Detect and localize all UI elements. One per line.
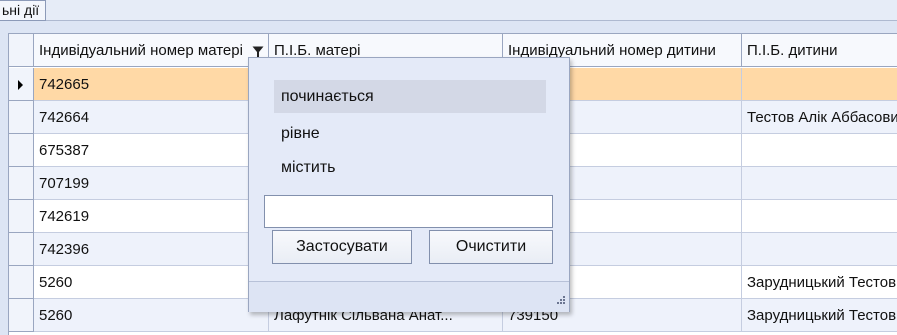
- clear-button[interactable]: Очистити: [429, 230, 553, 264]
- cell-mother-id[interactable]: 675387: [34, 134, 269, 167]
- filter-popup: починається рівне містить Застосувати Оч…: [248, 57, 570, 312]
- cell-child-name[interactable]: [742, 200, 897, 233]
- resize-grip-icon[interactable]: [555, 291, 565, 308]
- header-corner[interactable]: [9, 34, 34, 67]
- cell-mother-id[interactable]: 742396: [34, 233, 269, 266]
- cell-mother-id[interactable]: 742664: [34, 101, 269, 134]
- cell-child-name[interactable]: Зарудницький Тестов: [742, 266, 897, 299]
- cell-child-name[interactable]: [742, 233, 897, 266]
- row-header[interactable]: [9, 134, 34, 167]
- actions-button[interactable]: ьні дії: [0, 0, 47, 21]
- column-header-mother-id[interactable]: Індивідуальний номер матері: [34, 34, 269, 67]
- cell-child-name[interactable]: Зарудницький Тестов: [742, 299, 897, 332]
- filter-option-equals[interactable]: рівне: [274, 117, 546, 150]
- cell-mother-id[interactable]: 742619: [34, 200, 269, 233]
- cell-child-name[interactable]: Тестов Алік Аббасович: [742, 101, 897, 134]
- row-header[interactable]: [9, 68, 34, 101]
- row-header[interactable]: [9, 299, 34, 332]
- cell-mother-id[interactable]: 5260: [34, 299, 269, 332]
- row-header[interactable]: [9, 101, 34, 134]
- row-header[interactable]: [9, 266, 34, 299]
- column-header-label: Індивідуальний номер матері: [39, 42, 243, 59]
- row-header[interactable]: [9, 200, 34, 233]
- row-header[interactable]: [9, 167, 34, 200]
- apply-button[interactable]: Застосувати: [272, 230, 412, 264]
- filter-option-contains[interactable]: містить: [274, 151, 546, 184]
- filter-value-input[interactable]: [264, 195, 553, 228]
- cell-mother-id[interactable]: 742665: [34, 68, 269, 101]
- current-row-arrow-icon: [18, 80, 23, 90]
- cell-mother-id[interactable]: 707199: [34, 167, 269, 200]
- cell-child-name[interactable]: [742, 167, 897, 200]
- row-header[interactable]: [9, 233, 34, 266]
- column-header-child-name[interactable]: П.І.Б. дитини: [742, 34, 897, 67]
- cell-child-name[interactable]: [742, 68, 897, 101]
- popup-footer: [249, 281, 569, 312]
- cell-mother-id[interactable]: 5260: [34, 266, 269, 299]
- filter-option-starts-with[interactable]: починається: [274, 80, 546, 113]
- toolbar: ьні дії: [0, 0, 897, 21]
- cell-child-name[interactable]: [742, 134, 897, 167]
